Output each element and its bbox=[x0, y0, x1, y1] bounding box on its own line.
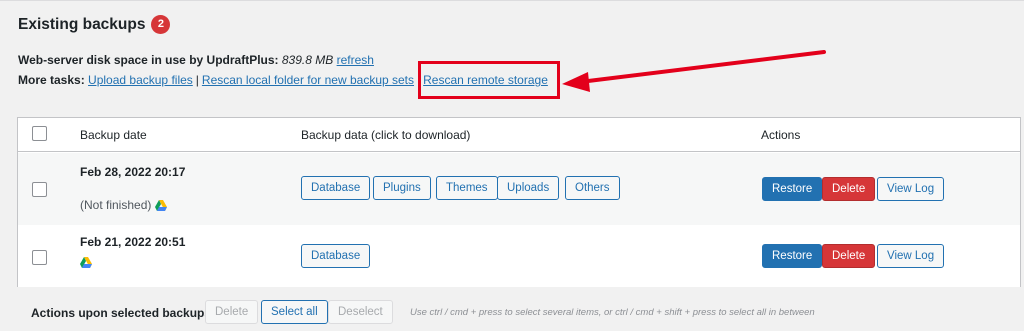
download-database-button[interactable]: Database bbox=[301, 176, 371, 200]
download-plugins-button[interactable]: Plugins bbox=[373, 176, 431, 200]
select-all-checkbox[interactable] bbox=[32, 126, 47, 141]
bulk-actions-bar: Actions upon selected backups Delete Sel… bbox=[0, 298, 1024, 326]
top-divider bbox=[0, 0, 1024, 1]
delete-button[interactable]: Delete bbox=[822, 244, 876, 268]
download-database-button[interactable]: Database bbox=[301, 244, 371, 268]
refresh-link[interactable]: refresh bbox=[337, 53, 374, 67]
backup-count-badge: 2 bbox=[151, 15, 171, 34]
download-themes-button[interactable]: Themes bbox=[436, 176, 498, 200]
header-backup-date: Backup date bbox=[80, 128, 147, 142]
download-others-button[interactable]: Others bbox=[565, 176, 620, 200]
link-separator: | bbox=[195, 73, 199, 87]
disk-usage-label: Web-server disk space in use by UpdraftP… bbox=[18, 53, 279, 67]
backup-storage bbox=[80, 255, 92, 269]
selection-hint: Use ctrl / cmd + press to select several… bbox=[410, 307, 815, 318]
rescan-local-folder-link[interactable]: Rescan local folder for new backup sets bbox=[202, 73, 414, 87]
bulk-actions-label: Actions upon selected backups bbox=[31, 306, 212, 320]
backup-status-note: (Not finished) bbox=[80, 198, 152, 212]
google-drive-icon bbox=[80, 257, 92, 269]
table-row: Feb 21, 2022 20:51 Database Restore Dele… bbox=[18, 225, 1020, 287]
table-row: Feb 28, 2022 20:17 (Not finished) Databa… bbox=[18, 153, 1020, 225]
select-all-button[interactable]: Select all bbox=[261, 300, 328, 324]
restore-button[interactable]: Restore bbox=[762, 244, 823, 268]
row-checkbox[interactable] bbox=[32, 182, 47, 197]
delete-button[interactable]: Delete bbox=[822, 177, 876, 201]
disk-usage-line: Web-server disk space in use by UpdraftP… bbox=[18, 53, 374, 67]
bulk-delete-button[interactable]: Delete bbox=[205, 300, 259, 324]
deselect-button[interactable]: Deselect bbox=[328, 300, 393, 324]
google-drive-icon bbox=[154, 200, 167, 212]
disk-usage-value: 839.8 MB bbox=[281, 53, 334, 67]
annotation-highlight-box bbox=[418, 61, 560, 99]
backups-table: Backup date Backup data (click to downlo… bbox=[17, 117, 1021, 287]
backup-date: Feb 28, 2022 20:17 bbox=[80, 165, 186, 179]
download-uploads-button[interactable]: Uploads bbox=[497, 176, 560, 200]
row-checkbox[interactable] bbox=[32, 250, 47, 265]
section-heading: Existing backups 2 bbox=[18, 15, 171, 34]
backup-note: (Not finished) bbox=[80, 198, 167, 212]
upload-backup-files-link[interactable]: Upload backup files bbox=[88, 73, 193, 87]
restore-button[interactable]: Restore bbox=[762, 177, 823, 201]
backup-date: Feb 21, 2022 20:51 bbox=[80, 235, 186, 249]
section-title: Existing backups bbox=[18, 15, 146, 33]
header-actions: Actions bbox=[761, 128, 801, 142]
more-tasks-label: More tasks: bbox=[18, 73, 85, 87]
table-header-row: Backup date Backup data (click to downlo… bbox=[18, 118, 1020, 152]
view-log-button[interactable]: View Log bbox=[877, 244, 945, 268]
header-backup-data: Backup data (click to download) bbox=[301, 128, 471, 142]
view-log-button[interactable]: View Log bbox=[877, 177, 945, 201]
